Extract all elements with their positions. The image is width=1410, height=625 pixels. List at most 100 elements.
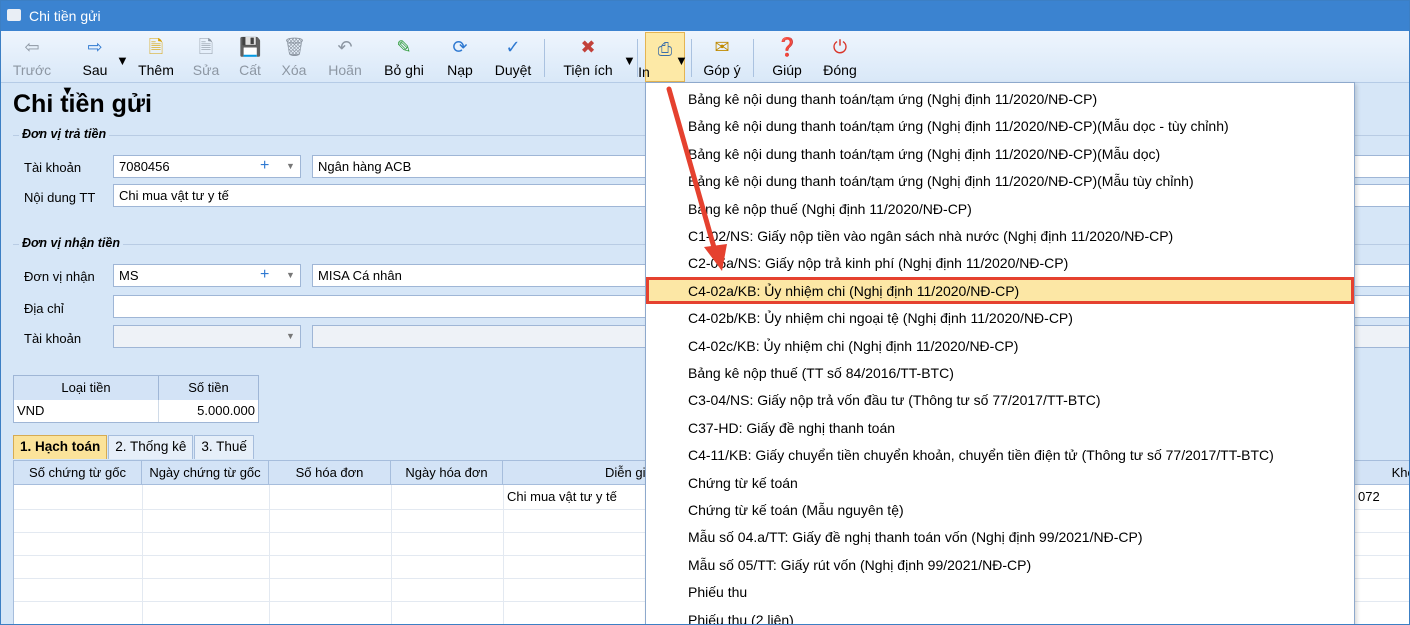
payment-content-field[interactable]: Chi mua vật tư y tế (113, 184, 653, 207)
print-menu-item[interactable]: C37-HD: Giấy đề nghị thanh toán (646, 414, 1354, 441)
currency-table-header: Loại tiền Số tiền (14, 376, 258, 400)
back-label: Trước (12, 62, 52, 78)
print-menu-item[interactable]: Mẫu số 04.a/TT: Giấy đề nghị thanh toán … (646, 523, 1354, 550)
delete-button[interactable]: 🗑 Xóa (271, 31, 317, 83)
floppy-disk-icon: 💾 (239, 37, 262, 57)
app-icon (7, 9, 21, 21)
payee-bank-field-tail[interactable] (1351, 325, 1409, 348)
undo-label: Hoãn (328, 62, 362, 78)
arrow-left-icon: ⇦ (24, 37, 40, 57)
print-dropdown-icon[interactable]: ▼ (675, 53, 688, 68)
print-menu-item[interactable]: Bảng kê nộp thuế (TT số 84/2016/TT-BTC) (646, 359, 1354, 386)
power-icon: ⏻ (832, 37, 848, 57)
chevron-down-icon[interactable]: ▼ (286, 331, 295, 341)
address-field[interactable] (113, 295, 653, 318)
print-menu-item[interactable]: C3-04/NS: Giấy nộp trả vốn đầu tư (Thông… (646, 386, 1354, 413)
chevron-down-icon[interactable]: ▼ (286, 161, 295, 171)
grid-header-original-voucher-date[interactable]: Ngày chứng từ gốc (142, 461, 269, 485)
feedback-button[interactable]: ✉ Góp ý (699, 31, 745, 83)
currency-amount-table: Loại tiền Số tiền VND 5.000.000 (13, 375, 259, 423)
bank-name-field-tail[interactable] (1351, 155, 1409, 178)
payee-bank-field[interactable] (312, 325, 652, 348)
payee-unit-label: Đơn vị nhận (24, 269, 95, 284)
arrow-right-icon: ⇨ (87, 37, 103, 57)
print-menu-item[interactable]: C1-02/NS: Giấy nộp tiền vào ngân sách nh… (646, 222, 1354, 249)
payee-account-combo[interactable]: ▼ (113, 325, 301, 348)
approve-button[interactable]: ✓ Duyệt (489, 31, 537, 83)
save-button[interactable]: 💾 Cất (227, 31, 273, 83)
bank-name-value: Ngân hàng ACB (318, 159, 412, 174)
tab-accounting[interactable]: 1. Hạch toán (13, 435, 108, 459)
print-menu-item[interactable]: Phiếu thu (2 liên) (646, 606, 1354, 624)
edit-document-icon: 🗎 (198, 37, 214, 57)
payee-unit-combo[interactable]: MS + ▼ (113, 264, 301, 287)
undo-button[interactable]: ↶ Hoãn (319, 31, 371, 83)
payee-name-value: MISA Cá nhân (318, 268, 402, 283)
grid-header-original-voucher-no[interactable]: Số chứng từ gốc (14, 461, 142, 485)
edit-label: Sửa (192, 62, 220, 78)
address-field-tail[interactable] (1351, 295, 1409, 318)
back-button[interactable]: ⇦ Trước (9, 31, 55, 83)
print-menu-item[interactable]: Phiếu thu (646, 578, 1354, 605)
print-dropdown-menu: Bảng kê nội dung thanh toán/tạm ứng (Ngh… (645, 82, 1355, 624)
tab-tax[interactable]: 3. Thuế (194, 435, 254, 459)
next-button[interactable]: ⇨ Sau (73, 31, 117, 83)
page-title: Chi tiền gửi (13, 90, 152, 118)
print-menu-item[interactable]: C4-02b/KB: Ủy nhiệm chi ngoại tệ (Nghị đ… (646, 304, 1354, 331)
unpost-label: Bỏ ghi (384, 62, 424, 78)
tab-statistics[interactable]: 2. Thống kê (108, 435, 194, 459)
print-menu-item[interactable]: Bảng kê nội dung thanh toán/tạm ứng (Ngh… (646, 140, 1354, 167)
print-menu-item[interactable]: Chứng từ kế toán (Mẫu nguyên tệ) (646, 496, 1354, 523)
print-menu-item-selected[interactable]: C4-02a/KB: Ủy nhiệm chi (Nghị định 11/20… (646, 276, 1354, 305)
payee-unit-code: MS (119, 268, 139, 283)
print-menu-item[interactable]: Mẫu số 05/TT: Giấy rút vốn (Nghị định 99… (646, 551, 1354, 578)
add-icon[interactable]: + (260, 266, 269, 284)
approve-label: Duyệt (494, 62, 532, 78)
grid-header-invoice-date[interactable]: Ngày hóa đơn (391, 461, 503, 485)
currency-cell[interactable]: VND (14, 400, 159, 422)
print-menu-item[interactable]: C4-02c/KB: Ủy nhiệm chi (Nghị định 11/20… (646, 332, 1354, 359)
payer-account-value: 7080456 (119, 159, 170, 174)
close-button[interactable]: ⏻ Đóng (817, 31, 863, 83)
print-menu-item[interactable]: Bảng kê nội dung thanh toán/tạm ứng (Ngh… (646, 167, 1354, 194)
undo-icon: ↶ (337, 37, 353, 57)
edit-button[interactable]: 🗎 Sửa (183, 31, 229, 83)
print-menu-item[interactable]: Bảng kê nội dung thanh toán/tạm ứng (Ngh… (646, 112, 1354, 139)
reload-button[interactable]: ⟳ Nạp (437, 31, 483, 83)
add-icon[interactable]: + (260, 157, 269, 175)
amount-cell[interactable]: 5.000.000 (159, 400, 258, 422)
grid-row1-account[interactable]: 072 (1358, 489, 1380, 504)
toolbar: ⇦ Trước ▼ ⇨ Sau ▼ 🗎 Thêm 🗎 Sửa 💾 Cất 🗑 X… (1, 31, 1409, 98)
bank-name-field[interactable]: Ngân hàng ACB (312, 155, 652, 178)
add-button[interactable]: 🗎 Thêm (133, 31, 179, 83)
add-label: Thêm (138, 62, 174, 78)
grid-header-invoice-no[interactable]: Số hóa đơn (269, 461, 391, 485)
delete-label: Xóa (281, 62, 307, 78)
printer-icon: ⎙ (657, 39, 673, 59)
payment-content-field-tail[interactable] (1351, 184, 1409, 207)
payer-account-combo[interactable]: 7080456 + ▼ (113, 155, 301, 178)
print-menu-item[interactable]: Bảng kê nộp thuế (Nghị định 11/2020/NĐ-C… (646, 195, 1354, 222)
help-button[interactable]: ❓ Giúp (765, 31, 809, 83)
chevron-down-icon[interactable]: ▼ (286, 270, 295, 280)
utilities-label: Tiện ích (563, 62, 613, 78)
currency-table-row[interactable]: VND 5.000.000 (14, 400, 258, 422)
print-menu-item[interactable]: Bảng kê nội dung thanh toán/tạm ứng (Ngh… (646, 85, 1354, 112)
unpost-button[interactable]: ✎ Bỏ ghi (377, 31, 431, 83)
title-bar: Chi tiền gửi (1, 1, 1409, 31)
tools-icon: ✖ (580, 37, 596, 57)
payer-account-label: Tài khoản (24, 160, 82, 175)
grid-row1-description[interactable]: Chi mua vật tư y tế (507, 489, 617, 504)
reload-label: Nạp (447, 62, 473, 78)
print-menu-item[interactable]: C2-05a/NS: Giấy nộp trả kinh phí (Nghị đ… (646, 249, 1354, 276)
utilities-button[interactable]: ✖ Tiện ích (557, 31, 619, 83)
save-label: Cất (239, 62, 261, 78)
print-menu-item[interactable]: Chứng từ kế toán (646, 469, 1354, 496)
payee-name-field[interactable]: MISA Cá nhân (312, 264, 652, 287)
next-dropdown-icon[interactable]: ▼ (116, 53, 129, 68)
new-document-icon: 🗎 (148, 37, 164, 57)
payee-name-field-tail[interactable] (1351, 264, 1409, 287)
print-menu-item[interactable]: C4-11/KB: Giấy chuyển tiền chuyển khoản,… (646, 441, 1354, 468)
payment-content-label: Nội dung TT (24, 190, 96, 205)
feedback-icon: ✉ (714, 37, 730, 57)
